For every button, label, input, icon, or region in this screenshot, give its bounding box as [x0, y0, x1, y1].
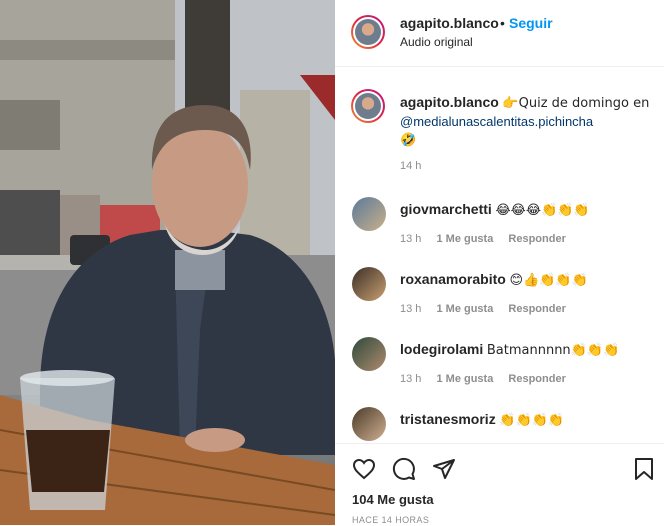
comment-item: tristanesmoriz 👏👏👏👏: [335, 407, 664, 443]
action-bar: 104 Me gusta HACE 14 HORAS: [335, 443, 664, 526]
caption-mention[interactable]: @medialunascalentitas.pichincha: [400, 114, 593, 129]
comment-time[interactable]: 13 h: [400, 303, 421, 315]
comment-likes[interactable]: 1 Me gusta: [436, 233, 493, 245]
post-video[interactable]: [0, 0, 335, 525]
follow-button[interactable]: Seguir: [509, 15, 553, 31]
reply-button[interactable]: Responder: [508, 303, 565, 315]
comment-likes[interactable]: 1 Me gusta: [436, 303, 493, 315]
comment-time[interactable]: 13 h: [400, 373, 421, 385]
post-header: agapito.blanco • Seguir Audio original: [335, 0, 664, 67]
caption-username[interactable]: agapito.blanco: [400, 94, 499, 110]
comment-text: 😂😂😂👏👏👏: [495, 203, 590, 218]
post-panel: agapito.blanco • Seguir Audio original a…: [335, 0, 664, 526]
comment-text: 😊👍👏👏👏: [509, 273, 588, 288]
comment-meta: 13 h 1 Me gusta Responder: [400, 373, 578, 385]
commenter-avatar[interactable]: [352, 267, 386, 301]
commenter-username[interactable]: tristanesmoriz: [400, 411, 496, 427]
post-age[interactable]: HACE 14 HORAS: [352, 515, 429, 525]
comment-text: Batmannnnn👏👏👏: [486, 343, 620, 358]
reply-button[interactable]: Responder: [508, 373, 565, 385]
comment-meta: 13 h 1 Me gusta Responder: [400, 233, 578, 245]
commenter-avatar[interactable]: [352, 337, 386, 371]
commenter-avatar[interactable]: [352, 197, 386, 231]
heart-icon[interactable]: [352, 457, 376, 481]
commenter-username[interactable]: lodegirolami: [400, 341, 483, 357]
caption-avatar[interactable]: [351, 89, 385, 123]
comment-likes[interactable]: 1 Me gusta: [436, 373, 493, 385]
likes-count[interactable]: 104 Me gusta: [352, 492, 434, 507]
reply-button[interactable]: Responder: [508, 233, 565, 245]
caption-text: 👉Quiz de domingo en: [502, 96, 650, 111]
share-icon[interactable]: [432, 457, 456, 481]
author-avatar[interactable]: [351, 15, 385, 49]
comment-item: lodegirolami Batmannnnn👏👏👏 13 h 1 Me gus…: [335, 337, 664, 397]
caption-time[interactable]: 14 h: [400, 160, 421, 172]
comment-time[interactable]: 13 h: [400, 233, 421, 245]
commenter-username[interactable]: roxanamorabito: [400, 271, 506, 287]
comment-item: giovmarchetti 😂😂😂👏👏👏 13 h 1 Me gusta Res…: [335, 197, 664, 257]
separator-dot: •: [500, 15, 505, 31]
video-frame: [0, 0, 335, 525]
post-caption: agapito.blanco 👉Quiz de domingo en @medi…: [400, 93, 650, 150]
caption-emoji: 🤣: [400, 133, 417, 148]
comment-item: roxanamorabito 😊👍👏👏👏 13 h 1 Me gusta Res…: [335, 267, 664, 327]
comment-icon[interactable]: [392, 457, 416, 481]
comment-text: 👏👏👏👏: [499, 413, 565, 428]
author-username[interactable]: agapito.blanco: [400, 15, 499, 31]
bookmark-icon[interactable]: [632, 457, 656, 481]
audio-label[interactable]: Audio original: [400, 35, 473, 49]
commenter-avatar[interactable]: [352, 407, 386, 441]
comments-list[interactable]: agapito.blanco 👉Quiz de domingo en @medi…: [335, 67, 664, 443]
commenter-username[interactable]: giovmarchetti: [400, 201, 492, 217]
comment-meta: 13 h 1 Me gusta Responder: [400, 303, 578, 315]
